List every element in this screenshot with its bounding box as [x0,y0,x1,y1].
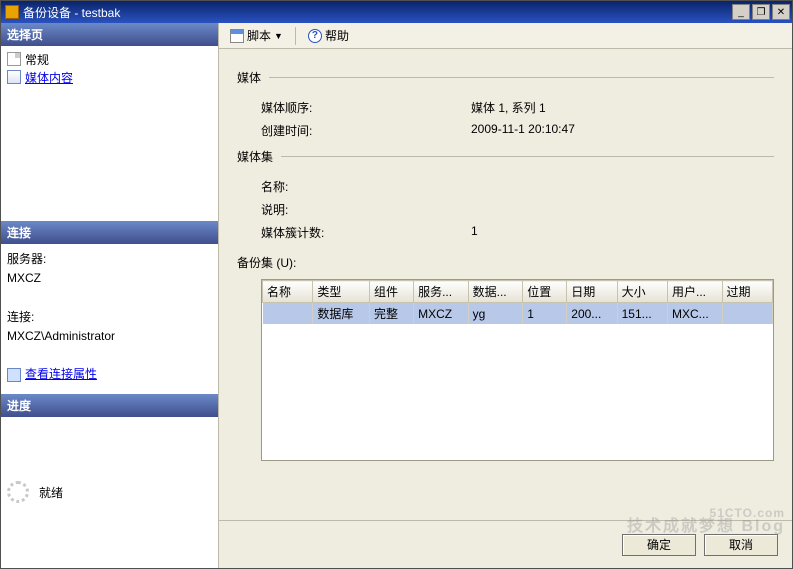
script-icon [230,29,244,43]
sidebar: 选择页 常规 媒体内容 连接 服务器: MXCZ 连接: MXCZ\Admini… [1,23,219,568]
group-media: 媒体 [237,69,261,86]
progress-status: 就绪 [39,484,63,501]
dialog-footer: 确定 取消 [219,520,792,568]
fam-value: 1 [471,224,478,241]
restore-button[interactable]: ❐ [752,4,770,20]
server-label: 服务器: [7,250,212,269]
created-label: 创建时间: [261,122,471,139]
cell-expiry [722,303,772,325]
col-date[interactable]: 日期 [567,281,617,303]
fam-label: 媒体簇计数: [261,224,471,241]
progress-header: 进度 [1,394,218,417]
help-icon: ? [308,29,322,43]
content-pane: 媒体 媒体顺序:媒体 1, 系列 1 创建时间:2009-11-1 20:10:… [219,49,792,520]
table-row[interactable]: 数据库 完整 MXCZ yg 1 200... 151... MXC... [263,303,773,325]
select-page-header: 选择页 [1,23,218,46]
backup-sets-grid[interactable]: 名称 类型 组件 服务... 数据... 位置 日期 大小 用户... 过期 数… [261,279,774,461]
view-conn-props-link[interactable]: 查看连接属性 [7,365,97,384]
toolbar-separator [295,27,296,45]
media-seq-value: 媒体 1, 系列 1 [471,99,546,116]
nav-general-label: 常规 [25,51,49,68]
ok-button[interactable]: 确定 [622,534,696,556]
cancel-button[interactable]: 取消 [704,534,778,556]
progress-spinner-icon [7,481,29,503]
connection-label: 连接: [7,308,212,327]
cell-size: 151... [617,303,667,325]
connection-icon [7,368,21,382]
col-expiry[interactable]: 过期 [722,281,772,303]
close-button[interactable]: ✕ [772,4,790,20]
group-mediaset: 媒体集 [237,148,273,165]
created-value: 2009-11-1 20:10:47 [471,122,575,139]
cell-server: MXCZ [414,303,469,325]
col-name[interactable]: 名称 [263,281,313,303]
cell-name [263,303,313,325]
media-seq-label: 媒体顺序: [261,99,471,116]
col-type[interactable]: 类型 [313,281,370,303]
cell-user: MXC... [667,303,722,325]
nav-general[interactable]: 常规 [7,50,212,68]
cell-type: 数据库 [313,303,370,325]
cell-database: yg [468,303,523,325]
col-component[interactable]: 组件 [370,281,414,303]
window-title: 备份设备 - testbak [23,4,120,21]
desc-label: 说明: [261,201,471,218]
group-backupset: 备份集 (U): [237,256,296,270]
col-server[interactable]: 服务... [414,281,469,303]
nav-media-label: 媒体内容 [25,69,73,86]
help-label: 帮助 [325,27,349,44]
help-button[interactable]: ? 帮助 [303,24,354,47]
media-icon [7,70,21,84]
grid-header-row: 名称 类型 组件 服务... 数据... 位置 日期 大小 用户... 过期 [263,281,773,303]
server-value: MXCZ [7,269,212,288]
script-button[interactable]: 脚本 ▼ [225,24,288,47]
page-icon [7,52,21,66]
title-bar: 备份设备 - testbak _ ❐ ✕ [1,1,792,23]
col-database[interactable]: 数据... [468,281,523,303]
col-size[interactable]: 大小 [617,281,667,303]
cell-component: 完整 [370,303,414,325]
connection-panel: 服务器: MXCZ 连接: MXCZ\Administrator 查看连接属性 [1,244,218,394]
nav-media-contents[interactable]: 媒体内容 [7,68,212,86]
chevron-down-icon: ▼ [274,31,283,41]
connection-header: 连接 [1,221,218,244]
col-user[interactable]: 用户... [667,281,722,303]
cell-date: 200... [567,303,617,325]
col-position[interactable]: 位置 [523,281,567,303]
name-label: 名称: [261,178,471,195]
view-conn-props-label: 查看连接属性 [25,365,97,384]
cell-position: 1 [523,303,567,325]
minimize-button[interactable]: _ [732,4,750,20]
toolbar: 脚本 ▼ ? 帮助 [219,23,792,49]
script-label: 脚本 [247,27,271,44]
connection-value: MXCZ\Administrator [7,327,212,346]
app-icon [5,5,19,19]
